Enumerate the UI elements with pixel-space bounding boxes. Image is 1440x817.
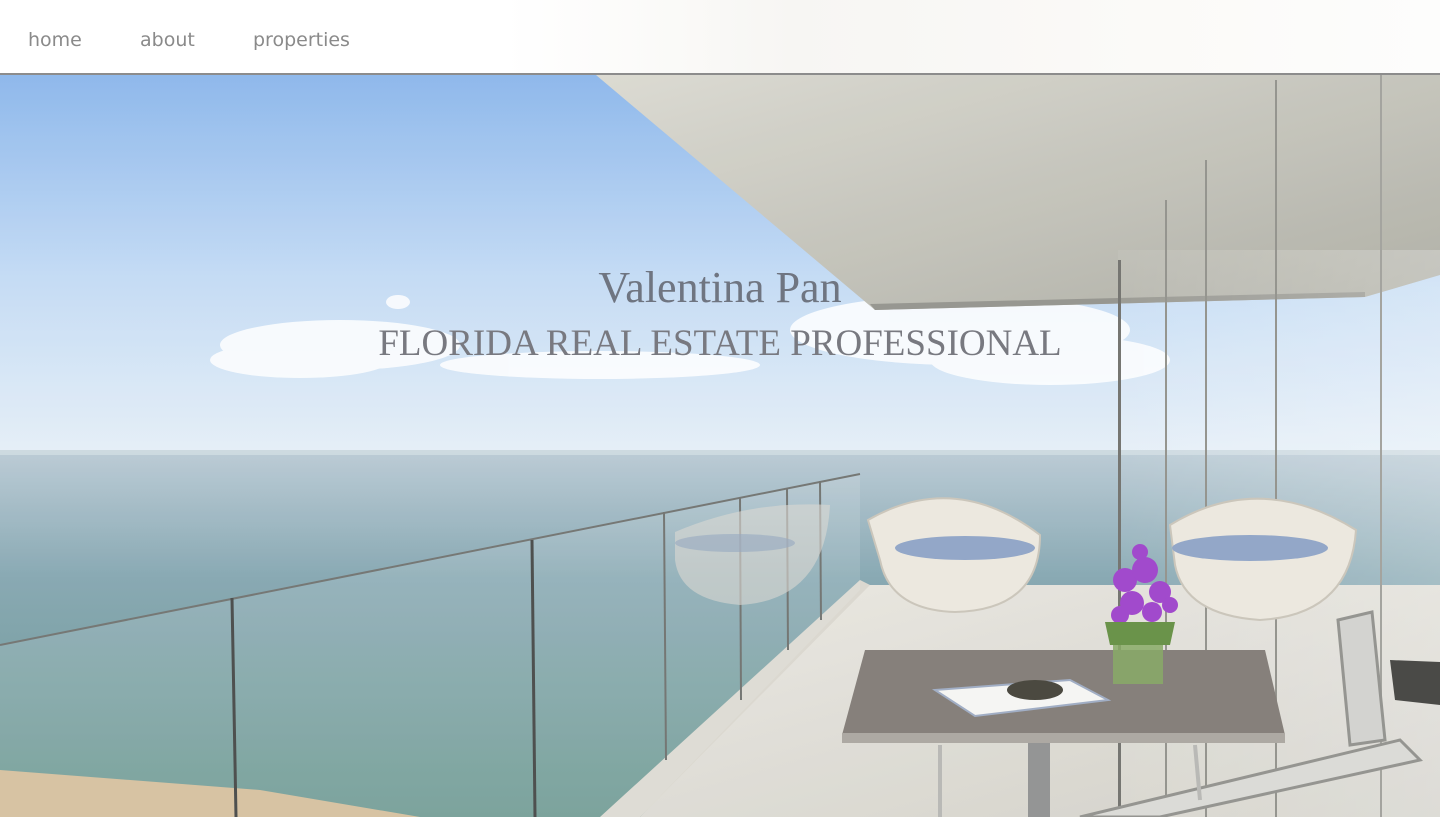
hero-banner: Valentina Pan FLORIDA REAL ESTATE PROFES… [0, 75, 1440, 817]
agent-name-title: Valentina Pan [598, 263, 842, 312]
nav-about-link[interactable]: about [140, 28, 195, 52]
hero-background-image [0, 75, 1440, 817]
top-navigation: home about properties [0, 0, 1440, 75]
nav-home-link[interactable]: home [28, 28, 82, 52]
nav-properties-link[interactable]: properties [253, 28, 350, 52]
agent-tagline: FLORIDA REAL ESTATE PROFESSIONAL [378, 323, 1062, 364]
